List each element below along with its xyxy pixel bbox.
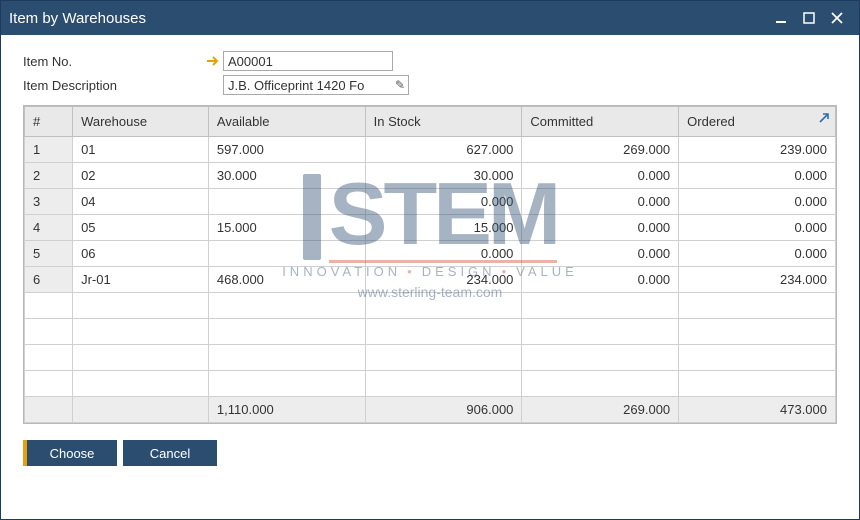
titlebar: Item by Warehouses [1, 1, 859, 35]
table-row[interactable]: 6Jr-01468.000234.0000.000234.000 [25, 267, 836, 293]
table-row[interactable]: 5060.0000.0000.000 [25, 241, 836, 267]
cell-order: 0.000 [679, 215, 836, 241]
col-order[interactable]: Ordered [679, 107, 836, 137]
cell-order: 234.000 [679, 267, 836, 293]
cell-stock: 15.000 [365, 215, 522, 241]
total-avail: 1,110.000 [208, 397, 365, 423]
item-desc-row: Item Description ✎ [23, 73, 837, 97]
pencil-icon[interactable]: ✎ [395, 78, 405, 92]
cell-stock: 30.000 [365, 163, 522, 189]
col-idx[interactable]: # [25, 107, 73, 137]
window: Item by Warehouses Item No. Item Descrip… [0, 0, 860, 520]
table-row[interactable]: 20230.00030.0000.0000.000 [25, 163, 836, 189]
item-desc-input[interactable] [223, 75, 409, 95]
cell-commit: 0.000 [522, 215, 679, 241]
col-commit[interactable]: Committed [522, 107, 679, 137]
cell-stock: 234.000 [365, 267, 522, 293]
cell-wh: 04 [73, 189, 209, 215]
cell-commit: 0.000 [522, 163, 679, 189]
cell-stock: 627.000 [365, 137, 522, 163]
grid-header-row: # Warehouse Available In Stock Committed… [25, 107, 836, 137]
cell-avail [208, 189, 365, 215]
table-row-empty [25, 345, 836, 371]
total-commit: 269.000 [522, 397, 679, 423]
cell-order: 0.000 [679, 189, 836, 215]
cell-avail: 468.000 [208, 267, 365, 293]
item-no-input[interactable] [223, 51, 393, 71]
cell-commit: 269.000 [522, 137, 679, 163]
grid-table: # Warehouse Available In Stock Committed… [24, 106, 836, 423]
cell-wh: 06 [73, 241, 209, 267]
cell-wh: 01 [73, 137, 209, 163]
minimize-button[interactable] [767, 6, 795, 30]
cell-stock: 0.000 [365, 241, 522, 267]
expand-icon[interactable] [816, 110, 832, 126]
cell-idx: 3 [25, 189, 73, 215]
col-avail[interactable]: Available [208, 107, 365, 137]
cell-idx: 5 [25, 241, 73, 267]
table-row[interactable]: 101597.000627.000269.000239.000 [25, 137, 836, 163]
close-button[interactable] [823, 6, 851, 30]
cell-commit: 0.000 [522, 189, 679, 215]
item-desc-label: Item Description [23, 78, 203, 93]
content: Item No. Item Description ✎ [1, 35, 859, 519]
item-no-label: Item No. [23, 54, 203, 69]
maximize-button[interactable] [795, 6, 823, 30]
item-no-row: Item No. [23, 49, 837, 73]
total-stock: 906.000 [365, 397, 522, 423]
table-row[interactable]: 40515.00015.0000.0000.000 [25, 215, 836, 241]
cell-avail: 597.000 [208, 137, 365, 163]
table-row-empty [25, 293, 836, 319]
col-stock[interactable]: In Stock [365, 107, 522, 137]
cell-idx: 6 [25, 267, 73, 293]
cell-wh: 02 [73, 163, 209, 189]
cancel-button[interactable]: Cancel [123, 440, 217, 466]
button-row: Choose Cancel [23, 440, 837, 466]
table-row[interactable]: 3040.0000.0000.000 [25, 189, 836, 215]
cell-avail: 30.000 [208, 163, 365, 189]
window-title: Item by Warehouses [9, 10, 767, 27]
link-arrow-icon[interactable] [203, 55, 223, 67]
choose-button[interactable]: Choose [23, 440, 117, 466]
grid-totals-row: 1,110.000 906.000 269.000 473.000 [25, 397, 836, 423]
cell-commit: 0.000 [522, 241, 679, 267]
cell-order: 0.000 [679, 163, 836, 189]
cell-wh: Jr-01 [73, 267, 209, 293]
cell-wh: 05 [73, 215, 209, 241]
cell-idx: 2 [25, 163, 73, 189]
cell-order: 239.000 [679, 137, 836, 163]
col-wh[interactable]: Warehouse [73, 107, 209, 137]
cell-idx: 1 [25, 137, 73, 163]
cell-order: 0.000 [679, 241, 836, 267]
table-row-empty [25, 371, 836, 397]
cell-avail: 15.000 [208, 215, 365, 241]
cell-avail [208, 241, 365, 267]
table-row-empty [25, 319, 836, 345]
grid: # Warehouse Available In Stock Committed… [23, 105, 837, 424]
cell-idx: 4 [25, 215, 73, 241]
cell-commit: 0.000 [522, 267, 679, 293]
cell-stock: 0.000 [365, 189, 522, 215]
total-order: 473.000 [679, 397, 836, 423]
